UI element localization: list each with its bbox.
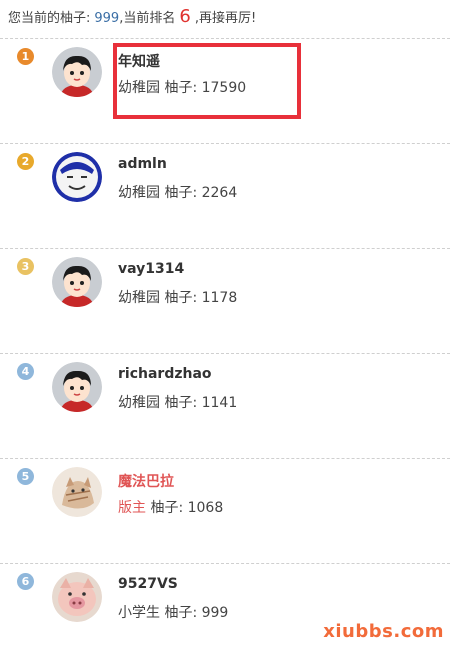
- rank-badge: 5: [17, 468, 34, 485]
- rank-badge: 4: [17, 363, 34, 380]
- user-grade: 幼稚园: [118, 290, 160, 306]
- site-watermark: xiubbs.com: [323, 621, 444, 642]
- score-prefix: 您当前的柚子:: [8, 11, 91, 26]
- cartoon-boy-avatar[interactable]: [52, 362, 102, 412]
- rank-prefix: ,当前排名: [119, 11, 176, 26]
- cartoon-boy-avatar[interactable]: [52, 47, 102, 97]
- user-points: 柚子: 999: [164, 605, 229, 621]
- user-points: 柚子: 1178: [164, 290, 238, 306]
- user-grade: 版主: [118, 500, 146, 516]
- rank-value: 6: [179, 6, 191, 27]
- user-name[interactable]: 9527VS: [118, 576, 178, 592]
- user-grade: 幼稚园: [118, 185, 160, 201]
- encourage-text: ,再接再厉!: [194, 11, 257, 26]
- user-grade: 小学生: [118, 605, 160, 621]
- user-name[interactable]: vay1314: [118, 261, 184, 277]
- user-meta: 幼稚园 柚子: 1178: [118, 287, 237, 307]
- pig-avatar[interactable]: [52, 572, 102, 622]
- user-meta: 版主 柚子: 1068: [118, 497, 223, 517]
- rank-badge: 6: [17, 573, 34, 590]
- highlight-box: [113, 43, 301, 119]
- user-name[interactable]: admln: [118, 156, 167, 172]
- rank-badge: 2: [17, 153, 34, 170]
- user-grade: 幼稚园: [118, 395, 160, 411]
- leaderboard-row: 3 vay1314 幼稚园 柚子: 1178: [0, 248, 450, 353]
- leaderboard-row: 6 9527VS 小学生 柚子: 999: [0, 563, 450, 668]
- user-points: 柚子: 2264: [164, 185, 238, 201]
- rank-badge: 3: [17, 258, 34, 275]
- user-name[interactable]: 魔法巴拉: [118, 471, 174, 491]
- user-meta: 幼稚园 柚子: 1141: [118, 392, 237, 412]
- leaderboard-list: 1 年知遥 幼稚园 柚子: 17590 2 admln 幼稚园 柚子: 2264…: [0, 38, 450, 668]
- leaderboard-row: 4 richardzhao 幼稚园 柚子: 1141: [0, 353, 450, 458]
- leaderboard-row: 2 admln 幼稚园 柚子: 2264: [0, 143, 450, 248]
- score-value: 999: [94, 11, 120, 26]
- user-points: 柚子: 1141: [164, 395, 238, 411]
- rank-badge: 1: [17, 48, 34, 65]
- leaderboard-row: 5 魔法巴拉 版主 柚子: 1068: [0, 458, 450, 563]
- cartoon-boy-avatar[interactable]: [52, 257, 102, 307]
- user-meta: 小学生 柚子: 999: [118, 602, 228, 622]
- user-meta: 幼稚园 柚子: 2264: [118, 182, 237, 202]
- user-points: 柚子: 1068: [150, 500, 224, 516]
- user-name[interactable]: richardzhao: [118, 366, 212, 382]
- cat-avatar[interactable]: [52, 467, 102, 517]
- meme-face-avatar[interactable]: [52, 152, 102, 202]
- current-score-bar: 您当前的柚子: 999 ,当前排名 6 ,再接再厉!: [8, 6, 256, 28]
